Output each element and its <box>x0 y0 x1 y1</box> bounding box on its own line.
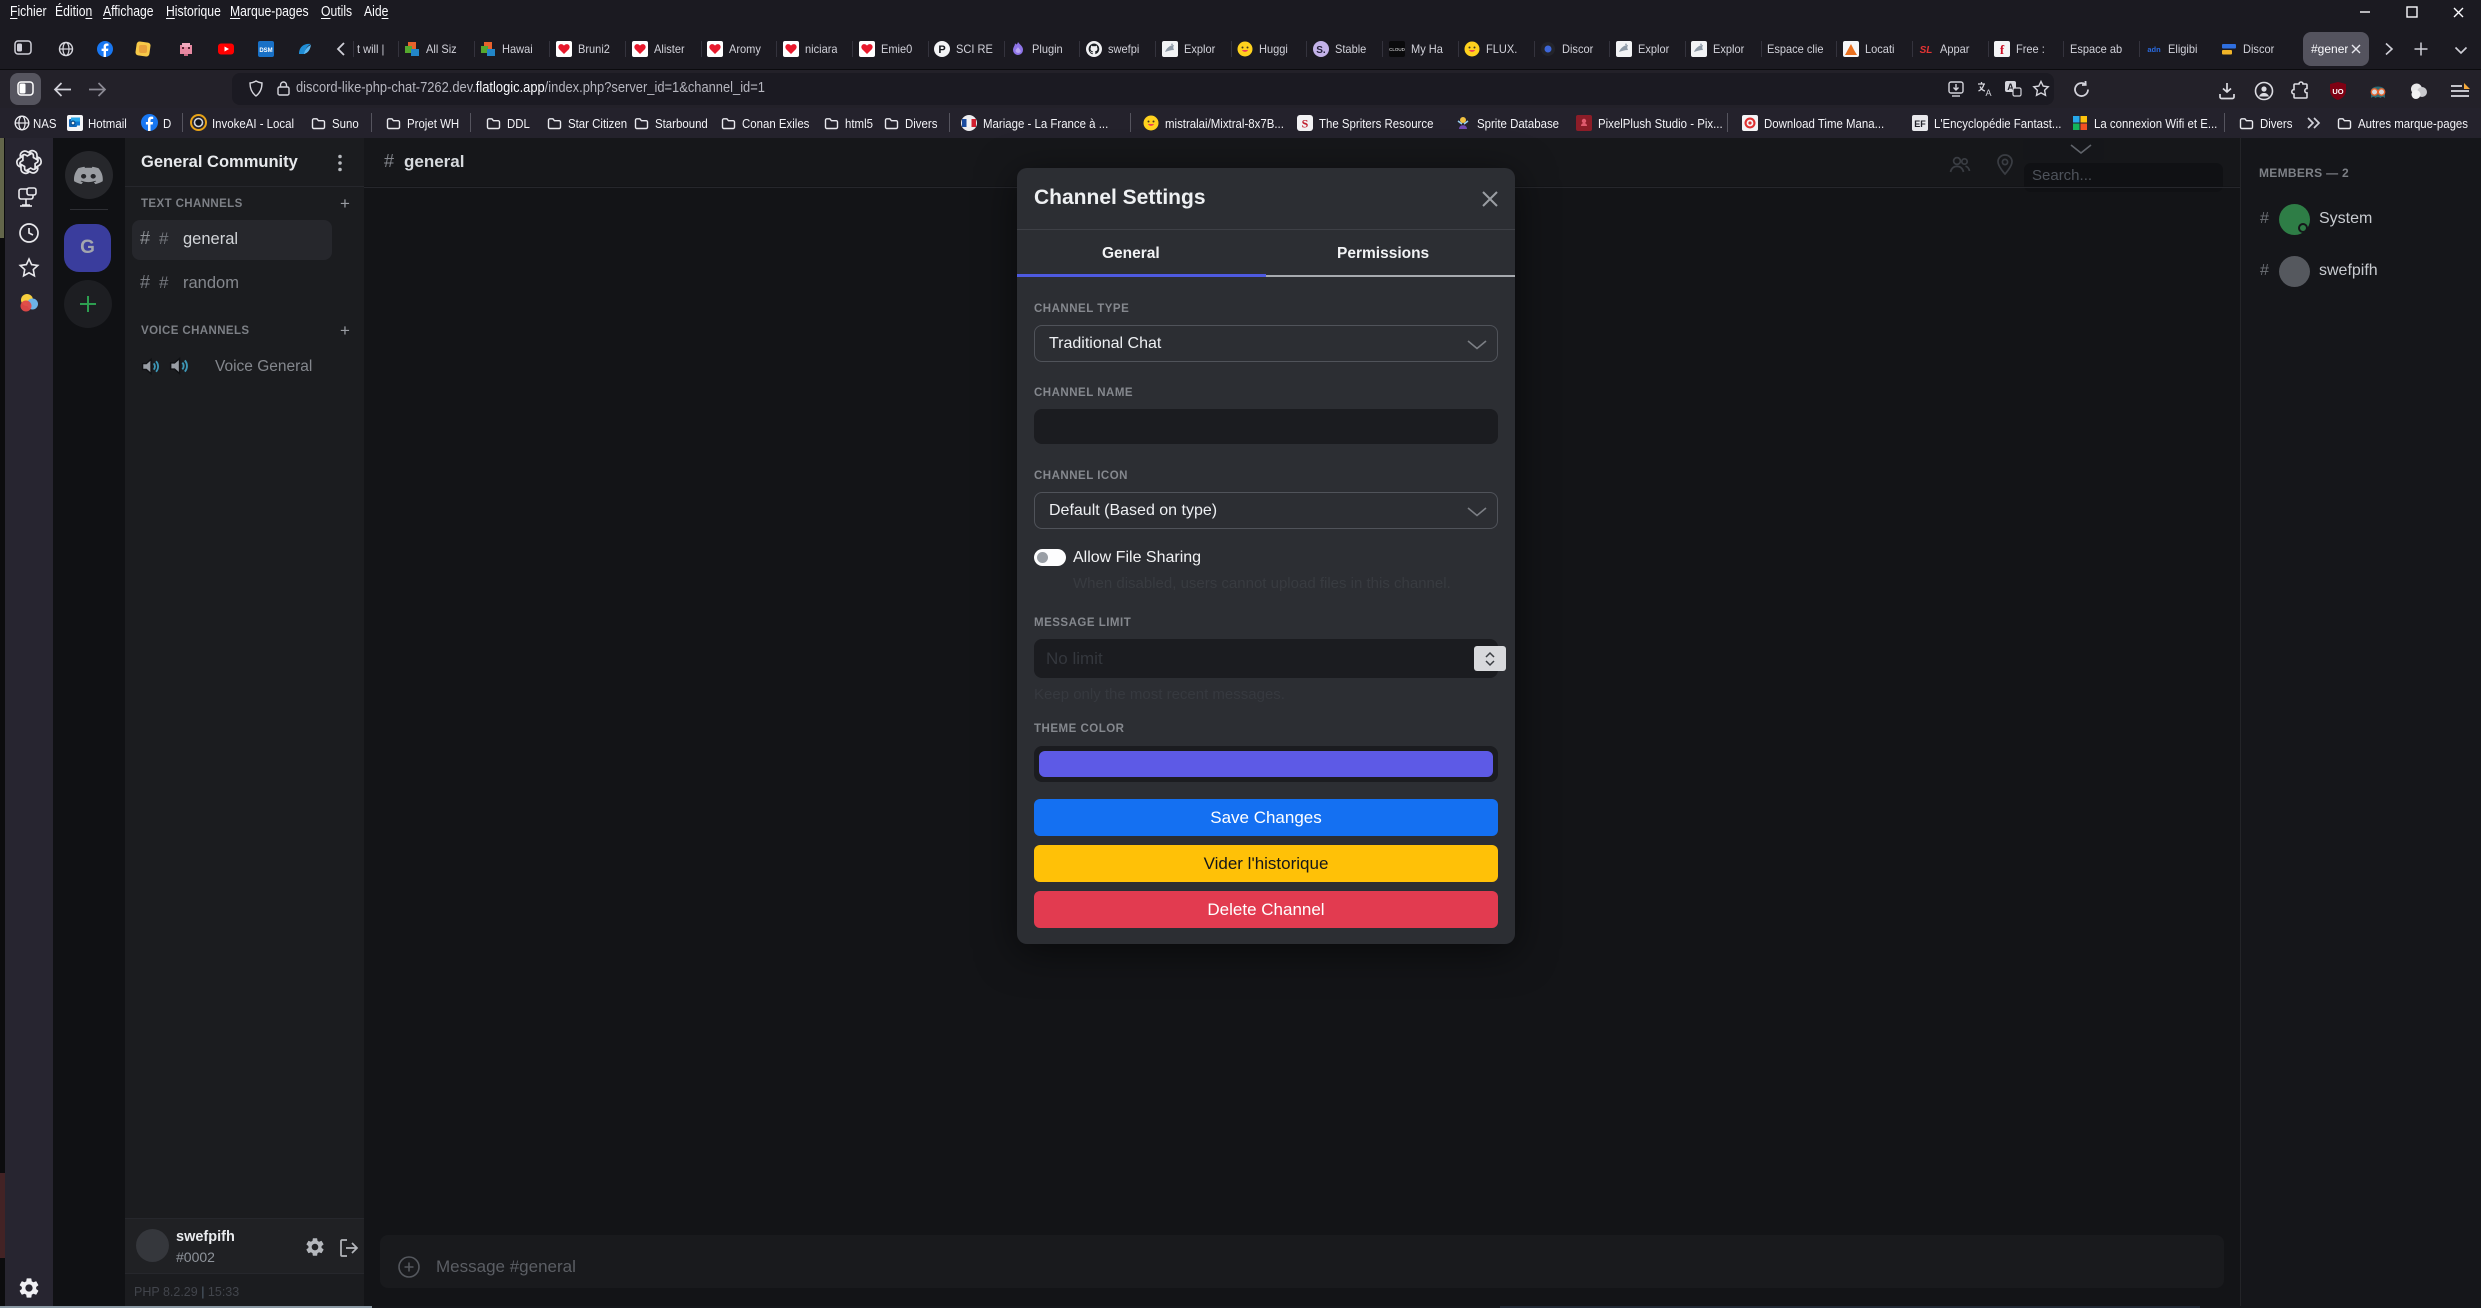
svg-text:f: f <box>2000 42 2005 57</box>
svg-text:DSM: DSM <box>259 48 272 54</box>
svg-text:A: A <box>1985 88 1991 98</box>
svg-text:CLOUD: CLOUD <box>1389 47 1405 52</box>
svg-text:adn: adn <box>2147 45 2161 54</box>
svg-text:P: P <box>938 44 945 56</box>
svg-text:S: S <box>1302 117 1309 131</box>
svg-text:S.: S. <box>1316 45 1326 56</box>
svg-text:SL: SL <box>1920 45 1933 56</box>
svg-text:UO: UO <box>2332 87 2343 96</box>
svg-text:EF: EF <box>1914 119 1926 129</box>
